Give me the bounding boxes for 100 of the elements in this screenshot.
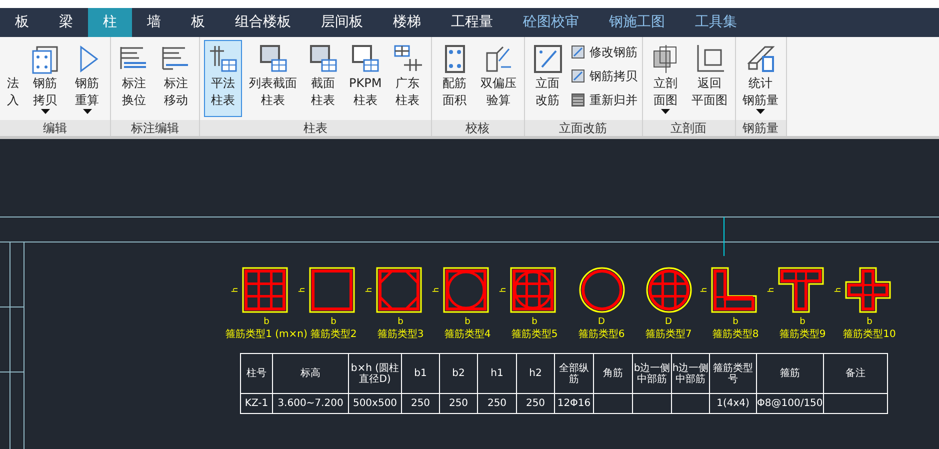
ribbon-button[interactable]: 立面 改筋 bbox=[528, 40, 567, 117]
table-cell: 250 bbox=[402, 394, 440, 414]
tool-icon bbox=[570, 92, 585, 106]
ribbon-tab[interactable]: 板 bbox=[0, 8, 44, 37]
table-header-cell: h边一侧中部筋 bbox=[672, 354, 710, 394]
ribbon-button[interactable]: 配筋 面积 bbox=[436, 40, 474, 117]
table-header-cell: 箍筋类型号 bbox=[710, 354, 756, 394]
ribbon-tab[interactable]: 层间板 bbox=[306, 8, 378, 37]
ribbon-tab[interactable]: 墙 bbox=[132, 8, 176, 37]
ribbon-button[interactable]: 列表截面 柱表 bbox=[246, 40, 300, 117]
dimension-label: b bbox=[800, 318, 806, 327]
ribbon-tab[interactable]: 组合楼板 bbox=[220, 8, 306, 37]
ribbon-tab[interactable]: 工程量 bbox=[436, 8, 508, 37]
dimension-label: b bbox=[398, 318, 404, 327]
column-section-drawing bbox=[509, 266, 558, 314]
dimension-label: h bbox=[498, 287, 508, 293]
ribbon-button[interactable]: 统计 钢筋量 bbox=[740, 40, 782, 117]
column-section-drawing bbox=[844, 266, 892, 314]
ribbon-button[interactable]: 立剖 面图 bbox=[646, 40, 685, 117]
ribbon-small-button[interactable]: 钢筋拷贝 bbox=[570, 65, 638, 86]
table-cell: 250 bbox=[440, 394, 478, 414]
dimension-label: b bbox=[464, 318, 470, 327]
group-label: 标注编辑 bbox=[111, 120, 199, 136]
section-caption: 箍筋类型3 bbox=[377, 330, 424, 340]
tool-icon bbox=[207, 43, 239, 75]
group-label: 编辑 bbox=[0, 120, 110, 136]
ribbon-tab[interactable]: 工具集 bbox=[680, 8, 752, 37]
table-header-cell: 全部纵筋 bbox=[554, 354, 594, 394]
table-cell: 1(4x4) bbox=[710, 394, 756, 414]
section-caption: 箍筋类型4 bbox=[444, 330, 491, 340]
column-section-drawing bbox=[777, 266, 826, 314]
dimension-label: b bbox=[330, 318, 336, 327]
section-caption: 箍筋类型8 bbox=[712, 330, 759, 340]
table-cell: KZ-1 bbox=[240, 394, 272, 414]
section-caption: 箍筋类型2 bbox=[310, 330, 357, 340]
ribbon-button[interactable]: 钢筋 拷贝 bbox=[26, 40, 64, 117]
ribbon-button[interactable]: 广东 柱表 bbox=[388, 40, 427, 117]
tool-icon bbox=[257, 43, 289, 75]
ribbon-button[interactable]: 平法 柱表 bbox=[204, 40, 242, 117]
column-section-drawing bbox=[578, 266, 626, 314]
column-section-drawing bbox=[442, 266, 490, 314]
group-label: 柱表 bbox=[200, 120, 431, 136]
tool-icon bbox=[349, 43, 382, 75]
table-header-cell: b×h (圆柱直径D) bbox=[348, 354, 402, 394]
section-caption: 箍筋类型6 bbox=[578, 330, 625, 340]
tool-icon bbox=[307, 43, 339, 75]
table-header-cell: 柱号 bbox=[240, 354, 272, 394]
table-cell bbox=[823, 394, 888, 414]
section-caption: 箍筋类型5 bbox=[511, 330, 558, 340]
tool-icon bbox=[570, 44, 585, 58]
table-cell: 250 bbox=[516, 394, 554, 414]
ribbon-button[interactable]: 钢筋 重算 bbox=[68, 40, 106, 117]
table-cell: Φ8@100/150 bbox=[756, 394, 824, 414]
tool-icon bbox=[570, 68, 585, 82]
ribbon-tab[interactable]: 楼梯 bbox=[378, 8, 436, 37]
column-section-drawing bbox=[308, 266, 356, 314]
dimension-label: b bbox=[532, 318, 538, 327]
table-cell bbox=[594, 394, 632, 414]
ribbon-button[interactable]: 返回 平面图 bbox=[688, 40, 731, 117]
table-header-cell: 箍筋 bbox=[756, 354, 824, 394]
dimension-label: b bbox=[866, 318, 872, 327]
group-label: 立面改筋 bbox=[524, 120, 642, 136]
dimension-label: D bbox=[598, 318, 605, 327]
ribbon-tab[interactable]: 梁 bbox=[44, 8, 88, 37]
table-cell bbox=[632, 394, 672, 414]
column-section-drawing bbox=[375, 266, 424, 314]
dimension-label: D bbox=[665, 318, 672, 327]
ribbon-tab[interactable]: 板 bbox=[176, 8, 220, 37]
ribbon-button[interactable]: 双偏压 验算 bbox=[478, 40, 520, 117]
table-cell: 12Φ16 bbox=[554, 394, 594, 414]
ribbon-small-button[interactable]: 修改钢筋 bbox=[570, 41, 638, 62]
column-section-drawing bbox=[241, 266, 290, 314]
ribbon-small-button[interactable]: 重新归并 bbox=[570, 89, 638, 110]
table-cell: 3.600~7.200 bbox=[272, 394, 348, 414]
ribbon-button[interactable]: 法 入 bbox=[4, 40, 22, 117]
dimension-label: h bbox=[296, 287, 308, 293]
ribbon-button[interactable]: 标注 换位 bbox=[115, 40, 153, 117]
table-header-cell: h2 bbox=[516, 354, 554, 394]
dimension-label: h bbox=[766, 287, 776, 293]
table-cell bbox=[672, 394, 710, 414]
table-header-cell: b1 bbox=[402, 354, 440, 394]
ribbon-tab[interactable]: 钢施工图 bbox=[594, 8, 680, 37]
ribbon-button[interactable]: 标注 移动 bbox=[157, 40, 195, 117]
ribbon-button[interactable]: 截面 柱表 bbox=[304, 40, 342, 117]
dimension-label: h bbox=[430, 287, 442, 293]
ribbon-tab[interactable]: 砼图校审 bbox=[508, 8, 594, 37]
group-label: 立剖面 bbox=[642, 120, 735, 136]
table-header-cell: b2 bbox=[440, 354, 478, 394]
table-header-cell: h1 bbox=[478, 354, 516, 394]
dimension-label: h bbox=[364, 287, 374, 293]
dimension-label: b bbox=[732, 318, 738, 327]
group-label: 钢筋量 bbox=[736, 120, 786, 136]
dimension-label: h bbox=[230, 287, 240, 293]
group-label: 校核 bbox=[432, 120, 524, 136]
table-header-cell: 标高 bbox=[272, 354, 348, 394]
section-caption: 箍筋类型7 bbox=[645, 330, 692, 340]
ribbon-button[interactable]: PKPM 柱表 bbox=[346, 40, 385, 117]
dimension-label: h bbox=[698, 287, 710, 293]
dimension-label: b bbox=[264, 318, 270, 327]
table-cell: 250 bbox=[478, 394, 516, 414]
